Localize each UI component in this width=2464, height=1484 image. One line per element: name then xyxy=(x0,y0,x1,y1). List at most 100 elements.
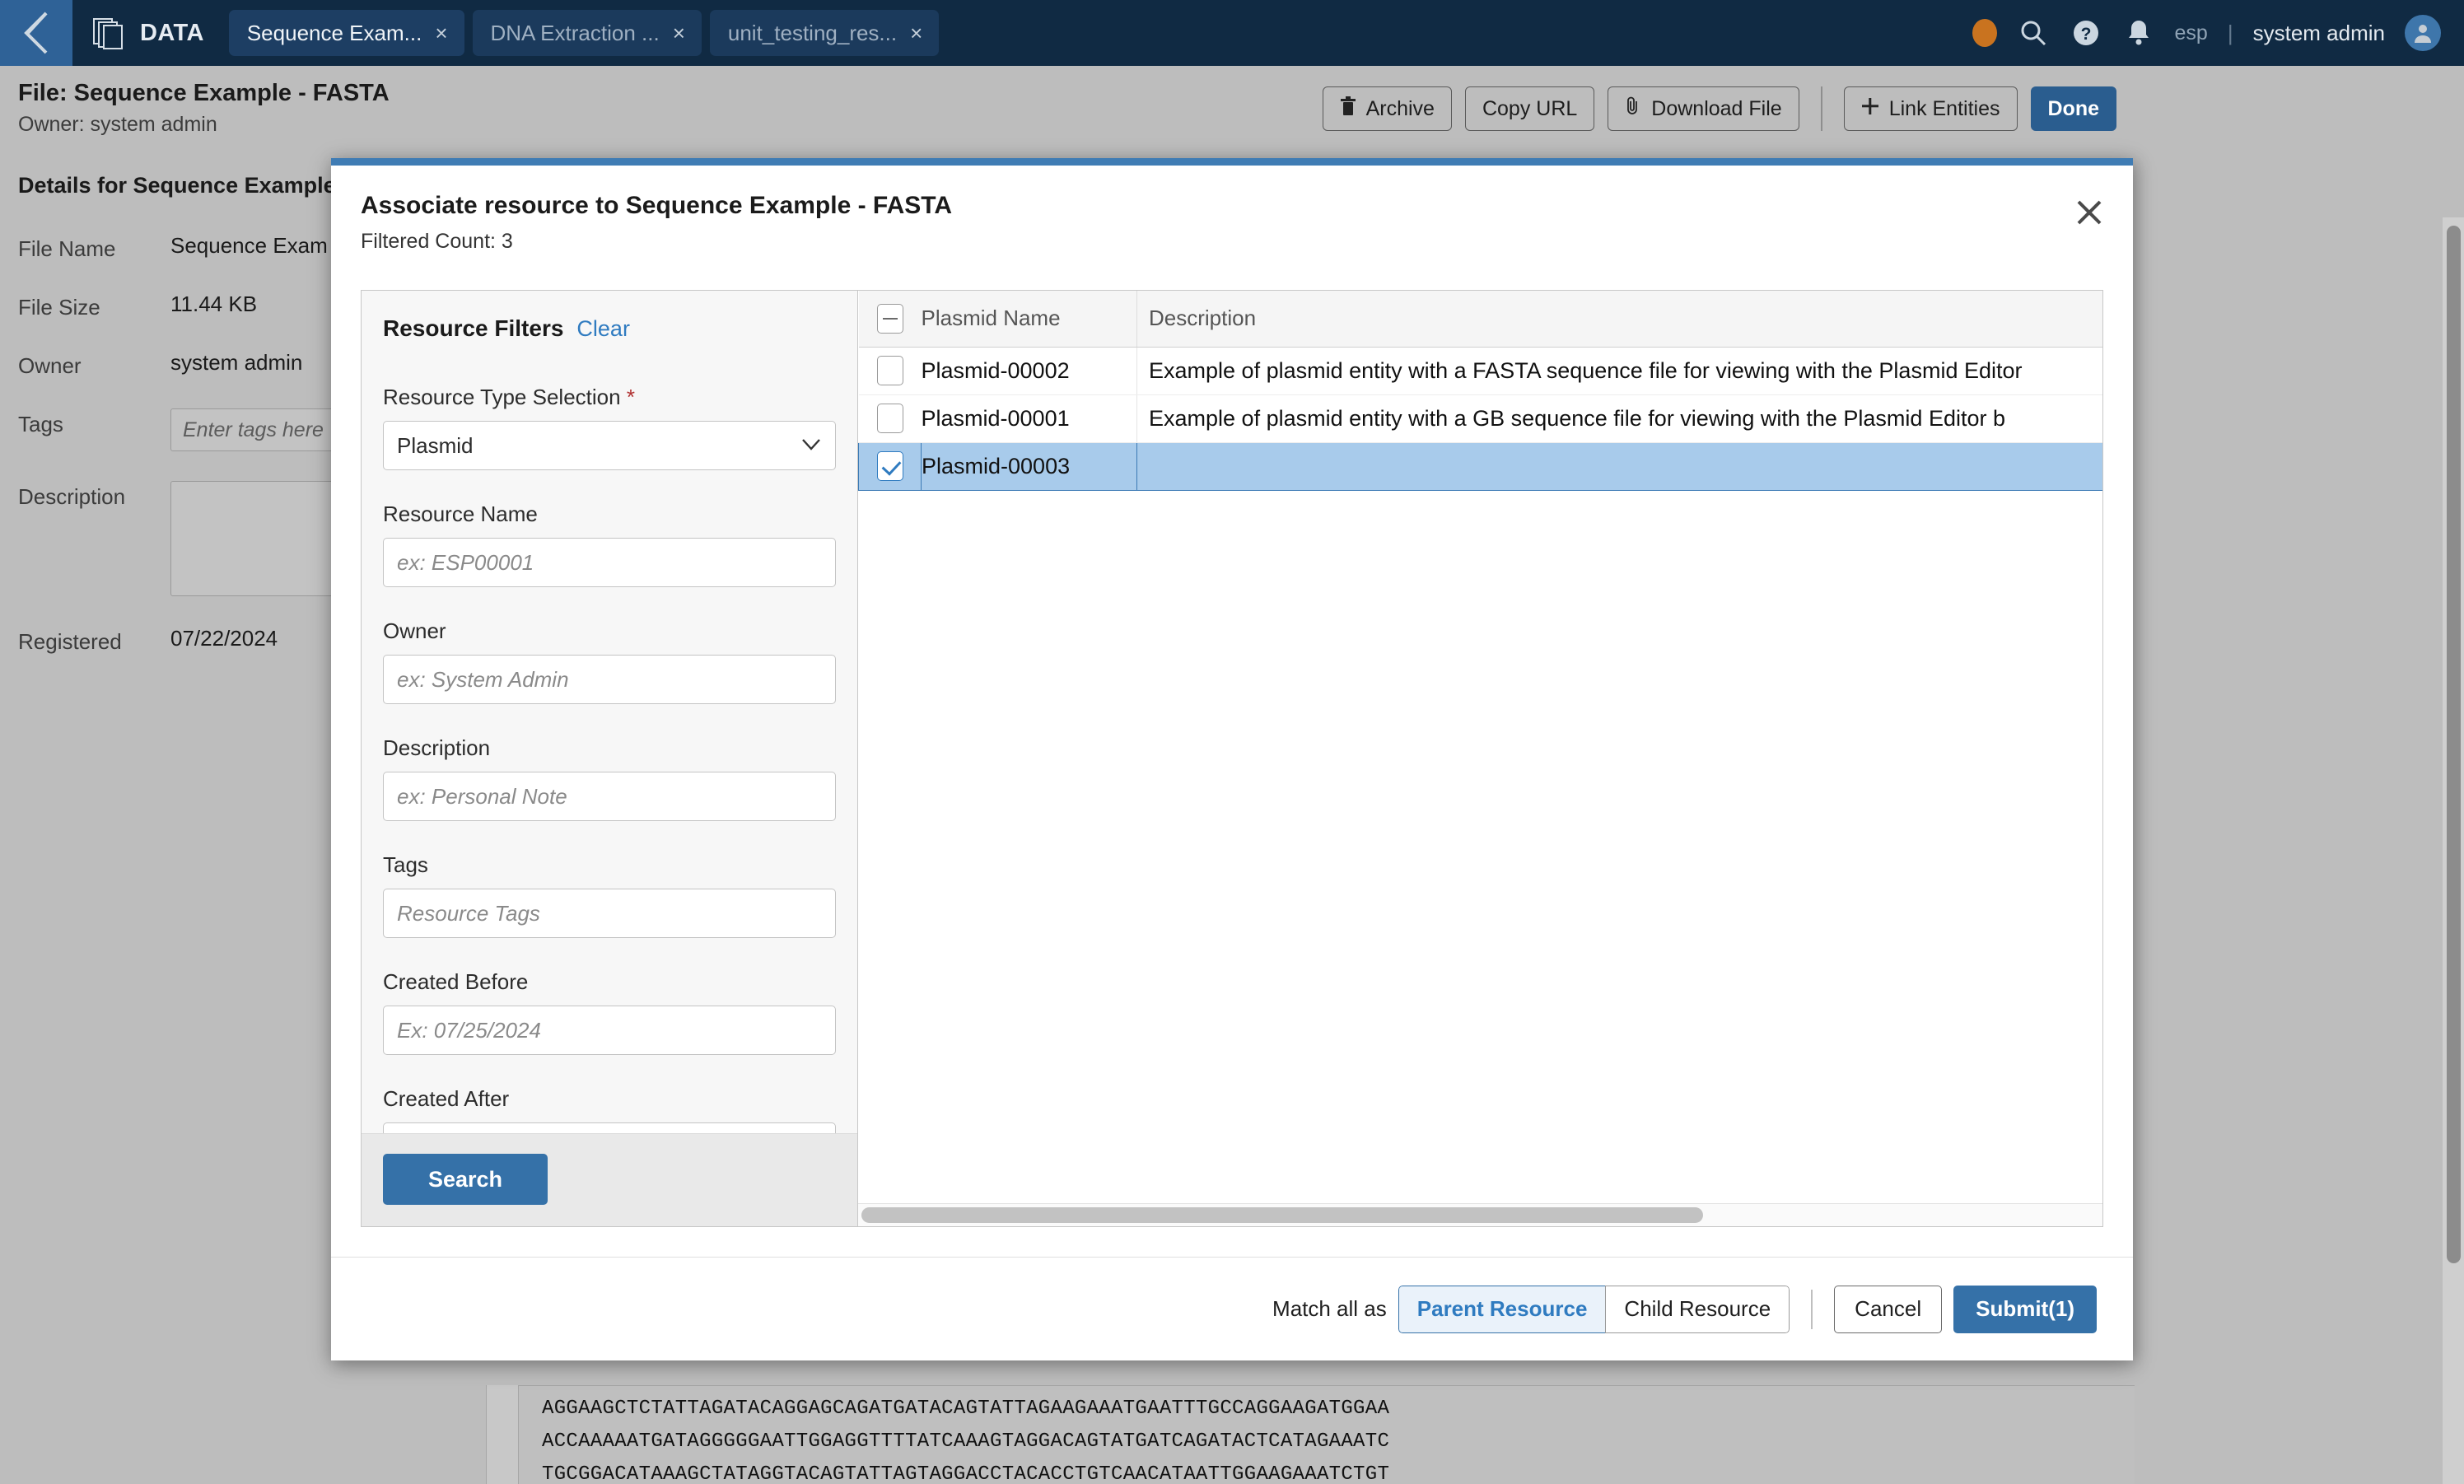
close-icon[interactable]: × xyxy=(910,22,922,44)
tab-label: Sequence Exam... xyxy=(246,20,422,45)
row-checkbox[interactable] xyxy=(876,404,903,433)
detail-value: Sequence Exam xyxy=(170,233,328,258)
resource-results-table: Plasmid Name Description Plasmid-00002 E… xyxy=(858,291,2102,491)
sequence-gutter xyxy=(486,1385,519,1484)
clear-filters-link[interactable]: Clear xyxy=(576,316,630,342)
close-icon[interactable]: × xyxy=(673,22,685,44)
match-all-as-label: Match all as xyxy=(1272,1296,1387,1321)
field-label: Owner xyxy=(383,618,446,643)
link-entities-label: Link Entities xyxy=(1888,96,2000,120)
paperclip-icon xyxy=(1625,96,1641,122)
field-owner: Owner xyxy=(383,618,836,704)
resource-name-input[interactable] xyxy=(383,538,836,587)
match-mode-segmented-control: Parent Resource Child Resource xyxy=(1398,1285,1790,1333)
cell-description: Example of plasmid entity with a GB sequ… xyxy=(1136,394,2102,443)
detail-label: File Size xyxy=(18,295,100,320)
page-owner: Owner: system admin xyxy=(18,113,217,137)
table-header-row: Plasmid Name Description xyxy=(858,291,2102,348)
topbar-separator: | xyxy=(2227,20,2233,45)
page-scrollbar-thumb[interactable] xyxy=(2447,226,2461,1263)
table-body: Plasmid-00002 Example of plasmid entity … xyxy=(858,347,2102,491)
link-entities-button[interactable]: Link Entities xyxy=(1843,86,2018,131)
select-all-checkbox[interactable] xyxy=(876,303,903,334)
user-name-label[interactable]: system admin xyxy=(2253,21,2385,46)
trash-icon xyxy=(1340,96,1356,122)
parent-resource-button[interactable]: Parent Resource xyxy=(1398,1285,1606,1333)
resource-type-select-wrap: Plasmid xyxy=(383,421,836,470)
detail-label: Tags xyxy=(18,412,63,436)
close-icon[interactable]: × xyxy=(435,22,447,44)
table-head: Plasmid Name Description xyxy=(858,291,2102,348)
detail-label: Description xyxy=(18,484,126,509)
filtered-count-label: Filtered Count: 3 xyxy=(361,230,513,253)
table-row[interactable]: Plasmid-00002 Example of plasmid entity … xyxy=(858,347,2102,395)
search-button[interactable]: Search xyxy=(383,1154,548,1205)
created-after-input[interactable] xyxy=(383,1122,836,1133)
field-resource-type: Resource Type Selection * Plasmid xyxy=(383,385,836,470)
table-row[interactable]: Plasmid-00003 xyxy=(858,441,2102,491)
cell-plasmid-name: Plasmid-00003 xyxy=(921,441,1137,491)
avatar[interactable] xyxy=(2405,15,2441,51)
done-button[interactable]: Done xyxy=(2030,86,2116,131)
select-all-header xyxy=(858,291,922,348)
row-checkbox[interactable] xyxy=(877,451,903,481)
page-header-titles: File: Sequence Example - FASTA Owner: sy… xyxy=(0,78,390,139)
detail-label: Registered xyxy=(18,629,122,654)
topbar-right-cluster: ? esp | system admin xyxy=(1972,15,2464,51)
language-code[interactable]: esp xyxy=(2175,21,2208,45)
detail-label: File Name xyxy=(18,236,116,261)
required-marker: * xyxy=(626,385,635,409)
field-description: Description xyxy=(383,735,836,821)
resource-type-select[interactable]: Plasmid xyxy=(383,421,836,470)
field-label: Created After xyxy=(383,1086,510,1111)
status-indicator-dot xyxy=(1972,19,1997,47)
copy-pages-icon xyxy=(91,14,128,52)
tab-dna-extraction[interactable]: DNA Extraction ... × xyxy=(472,10,702,56)
page-header: File: Sequence Example - FASTA Owner: sy… xyxy=(0,66,2135,152)
copy-url-button[interactable]: Copy URL xyxy=(1464,86,1595,131)
owner-input[interactable] xyxy=(383,655,836,704)
column-header-description[interactable]: Description xyxy=(1136,291,2102,348)
table-horizontal-scrollbar[interactable] xyxy=(858,1203,2102,1226)
cell-plasmid-name: Plasmid-00002 xyxy=(921,347,1137,395)
field-label: Description xyxy=(383,735,491,760)
cell-description xyxy=(1136,441,2102,491)
created-before-input[interactable] xyxy=(383,1006,836,1055)
child-resource-button[interactable]: Child Resource xyxy=(1605,1285,1790,1333)
done-label: Done xyxy=(2047,96,2100,120)
field-label: Resource Name xyxy=(383,502,538,526)
search-icon[interactable] xyxy=(2017,16,2050,49)
page-title: File: Sequence Example - FASTA xyxy=(18,80,390,106)
plus-icon xyxy=(1861,97,1879,121)
chevron-left-icon xyxy=(18,10,54,56)
nav-collapse-button[interactable] xyxy=(0,0,72,66)
app-brand[interactable]: DATA xyxy=(91,14,204,52)
filters-heading: Resource Filters xyxy=(383,315,564,341)
archive-button[interactable]: Archive xyxy=(1322,86,1452,131)
row-checkbox-cell xyxy=(858,394,922,443)
table-row[interactable]: Plasmid-00001 Example of plasmid entity … xyxy=(858,394,2102,443)
tab-sequence-example[interactable]: Sequence Exam... × xyxy=(228,10,464,56)
field-tags: Tags xyxy=(383,852,836,938)
tags-input[interactable] xyxy=(383,889,836,938)
submit-button[interactable]: Submit(1) xyxy=(1953,1285,2097,1333)
detail-label: Owner xyxy=(18,353,82,378)
download-file-label: Download File xyxy=(1651,96,1782,120)
row-checkbox-cell xyxy=(858,441,922,491)
bell-icon[interactable] xyxy=(2122,16,2155,49)
filters-header: Resource Filters Clear xyxy=(383,315,836,342)
tab-strip: Sequence Exam... × DNA Extraction ... × … xyxy=(228,10,940,56)
description-input[interactable] xyxy=(383,772,836,821)
cancel-button[interactable]: Cancel xyxy=(1834,1285,1943,1333)
tab-unit-testing-res[interactable]: unit_testing_res... × xyxy=(709,10,940,56)
table-scrollbar-thumb[interactable] xyxy=(861,1207,1703,1223)
cell-description: Example of plasmid entity with a FASTA s… xyxy=(1136,347,2102,395)
row-checkbox[interactable] xyxy=(876,356,903,385)
filters-scroll-area: Resource Filters Clear Resource Type Sel… xyxy=(362,291,857,1133)
close-icon[interactable] xyxy=(2075,198,2103,232)
help-circle-icon[interactable]: ? xyxy=(2070,16,2102,49)
app-brand-label: DATA xyxy=(140,19,204,46)
top-navigation-bar: DATA Sequence Exam... × DNA Extraction .… xyxy=(0,0,2464,66)
download-file-button[interactable]: Download File xyxy=(1608,86,1799,131)
column-header-plasmid-name[interactable]: Plasmid Name xyxy=(921,291,1137,348)
